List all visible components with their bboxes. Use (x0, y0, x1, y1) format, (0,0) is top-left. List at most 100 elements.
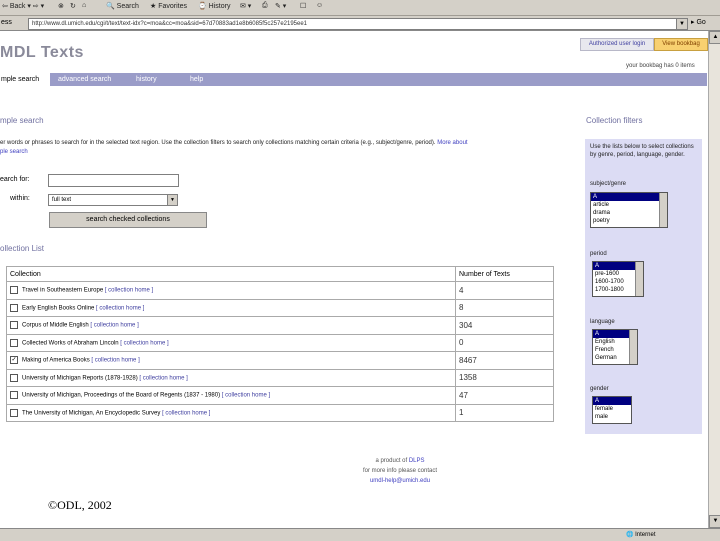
collection-checkbox[interactable] (10, 373, 18, 382)
within-label: within: (10, 195, 30, 202)
tab-simple-search[interactable]: mple search (0, 73, 50, 86)
collection-count: 1358 (455, 368, 554, 387)
address-label: ess (1, 19, 12, 26)
search-input[interactable] (48, 174, 179, 187)
collection-cell: University of Michigan Reports (1878-192… (6, 368, 456, 387)
history-button[interactable]: ⌚ History (198, 2, 230, 10)
collection-name: The University of Michigan, An Encyclope… (22, 410, 161, 417)
intro-text: er words or phrases to search for in the… (0, 139, 560, 157)
filter-scrollbar[interactable] (635, 262, 643, 296)
collection-home-link[interactable]: [ collection home ] (96, 305, 144, 311)
browser-toolbar: ⇦ Back ▾ ⇨ ▾ ⊗ ↻ ⌂ 🔍 Search ★ Favorites … (0, 0, 720, 16)
collection-count: 8467 (455, 351, 554, 370)
refresh-icon[interactable]: ↻ (70, 2, 76, 10)
more-about-link[interactable]: More about (437, 140, 467, 146)
collection-count: 1 (455, 403, 554, 422)
print-icon[interactable]: ⎙ (262, 2, 268, 10)
collection-count: 0 (455, 333, 554, 352)
collection-checkbox[interactable] (10, 338, 18, 347)
filter-option[interactable]: A (591, 193, 667, 201)
search-for-label: earch for: (0, 176, 30, 183)
collection-count: 8 (455, 298, 554, 317)
collection-table: Collection Number of Texts Travel in Sou… (6, 266, 554, 422)
favorites-button[interactable]: ★ Favorites (150, 2, 187, 10)
collection-checkbox[interactable]: ✓ (10, 356, 18, 365)
collection-checkbox[interactable] (10, 321, 18, 330)
filter-option[interactable]: female (593, 405, 631, 413)
collection-home-link[interactable]: [ collection home ] (90, 323, 138, 329)
collection-name: Travel in Southeastern Europe (22, 287, 104, 294)
tab-history[interactable]: history (136, 73, 157, 86)
page-title: mple search (0, 116, 44, 125)
collection-cell: ✓ Making of America Books [ collection ho… (6, 351, 456, 370)
back-button[interactable]: ⇦ Back ▾ ⇨ ▾ (2, 2, 44, 10)
search-collections-button[interactable]: search checked collections (49, 212, 207, 228)
help-email-link[interactable]: umdl-help@umich.edu (260, 476, 540, 486)
stop-icon[interactable]: ⊗ (58, 2, 64, 10)
dlps-link[interactable]: DLPS (409, 458, 425, 464)
collection-home-link[interactable]: [ collection home ] (139, 375, 187, 381)
filter-listbox[interactable]: A English French German (592, 329, 638, 365)
table-row: Travel in Southeastern Europe [ collecti… (6, 281, 554, 300)
tab-help[interactable]: help (190, 73, 203, 86)
tab-advanced-search[interactable]: advanced search (58, 73, 111, 86)
filter-option[interactable]: poetry (591, 217, 667, 225)
collection-name: Collected Works of Abraham Lincoln (22, 340, 119, 347)
mail-icon[interactable]: ✉ ▾ (240, 2, 251, 10)
filter-option[interactable]: A (593, 397, 631, 405)
filters-help-text: Use the lists below to select collection… (590, 144, 694, 158)
filter-listbox[interactable]: Aarticle drama poetry (590, 192, 668, 228)
vertical-scrollbar[interactable]: ▲ ▼ (708, 31, 720, 528)
collection-cell: The University of Michigan, An Encyclope… (6, 403, 456, 422)
collection-home-link[interactable]: [ collection home ] (120, 340, 168, 346)
within-select[interactable]: full text ▼ (48, 194, 178, 206)
collection-checkbox[interactable] (10, 286, 18, 295)
collection-home-link[interactable]: [ collection home ] (222, 393, 270, 399)
home-icon[interactable]: ⌂ (82, 2, 86, 9)
filter-scrollbar[interactable] (629, 330, 637, 364)
filter-listbox[interactable]: Afemale male (592, 396, 632, 424)
collection-column-header: Collection (6, 266, 456, 282)
footer: a product of DLPS for more info please c… (260, 456, 540, 486)
nav-bar: mple search advanced search history help (0, 73, 707, 86)
go-button[interactable]: ▸ Go (691, 18, 706, 26)
collection-name: Making of America Books (22, 357, 90, 364)
collection-checkbox[interactable] (10, 303, 18, 312)
scroll-down-icon[interactable]: ▼ (709, 515, 720, 528)
address-dropdown-icon[interactable]: ▼ (676, 18, 688, 30)
collection-home-link[interactable]: [ collection home ] (162, 410, 210, 416)
filter-option[interactable]: drama (591, 209, 667, 217)
collection-name: University of Michigan Reports (1878-192… (22, 375, 138, 382)
collection-home-link[interactable]: [ collection home ] (105, 288, 153, 294)
address-bar: ess http://www.dl.umich.edu/cgi/t/text/t… (0, 16, 720, 31)
simple-search-help-link[interactable]: ple search (0, 149, 28, 155)
discuss-icon[interactable]: ☐ (300, 2, 306, 10)
collection-checkbox[interactable] (10, 408, 18, 417)
filter-listbox[interactable]: Apre-1600 1600-1700 1700-1800 (592, 261, 644, 297)
site-logo[interactable]: MDL Texts (0, 44, 84, 62)
table-row: University of Michigan Reports (1878-192… (6, 368, 554, 387)
address-input[interactable]: http://www.dl.umich.edu/cgi/t/text/text-… (28, 18, 688, 30)
collection-name: Corpus of Middle English (22, 322, 89, 329)
collection-list-title: ollection List (0, 244, 45, 253)
footer-contact-text: for more info please contact (362, 468, 438, 474)
filter-label: language (590, 319, 615, 325)
table-row: Corpus of Middle English [ collection ho… (6, 316, 554, 335)
collection-home-link[interactable]: [ collection home ] (91, 358, 139, 364)
chevron-down-icon[interactable]: ▼ (167, 195, 177, 205)
filter-option[interactable]: male (593, 413, 631, 421)
table-row: Early English Books Online [ collection … (6, 298, 554, 317)
edit-icon[interactable]: ✎ ▾ (275, 2, 286, 10)
authorized-login-link[interactable]: Authorized user login (580, 38, 654, 51)
status-bar: 🌐 Internet (0, 528, 720, 541)
collection-name: University of Michigan, Proceedings of t… (22, 392, 221, 399)
filter-scrollbar[interactable] (659, 193, 667, 227)
scroll-up-icon[interactable]: ▲ (709, 31, 720, 44)
messenger-icon[interactable]: ☺ (316, 2, 323, 9)
collection-cell: Collected Works of Abraham Lincoln [ col… (6, 333, 456, 352)
filter-option[interactable]: article (591, 201, 667, 209)
search-button[interactable]: 🔍 Search (106, 2, 139, 10)
filter-label: period (590, 251, 607, 257)
collection-checkbox[interactable] (10, 391, 18, 400)
view-bookbag-button[interactable]: View bookbag (654, 38, 708, 51)
